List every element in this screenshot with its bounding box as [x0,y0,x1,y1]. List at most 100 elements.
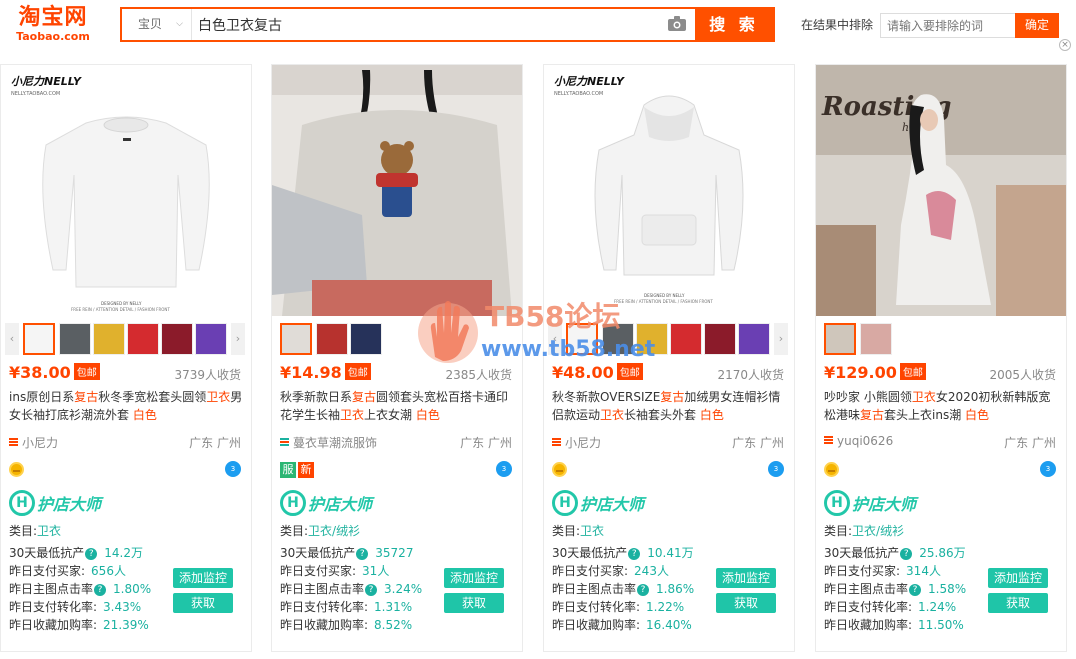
stat-row: 30天最低抗产? 25.86万 [824,546,966,560]
help-icon[interactable]: ? [85,548,98,560]
thumbs-prev-arrow[interactable]: ‹ [548,323,562,355]
search-button[interactable]: 搜 索 [695,9,773,40]
product-image[interactable]: Roasting hand [816,65,1066,316]
free-shipping-badge: 包邮 [899,363,926,380]
help-icon[interactable]: ? [900,548,913,560]
add-monitor-button[interactable]: 添加监控 [716,568,776,588]
product-card[interactable]: ¥14.98 包邮 2385人收货 秋季新款日系复古圆领套头宽松百搭卡通印花学生长… [271,64,523,652]
thumbnail[interactable] [636,323,668,355]
category-link[interactable]: 卫衣/绒衫 [308,524,360,538]
category-line: 类目:卫衣 [9,524,62,538]
get-button[interactable]: 获取 [173,593,233,613]
free-shipping-badge: 包邮 [616,363,643,380]
shop-icon [280,438,289,446]
gold-seller-icon[interactable] [9,462,24,477]
location: 广东 广州 [732,436,784,450]
sold-count: 2170人收货 [717,368,784,382]
gold-seller-icon[interactable] [552,462,567,477]
exclude-input[interactable] [880,13,1016,38]
exclude-confirm-button[interactable]: 确定 [1015,13,1059,38]
category-link[interactable]: 卫衣 [580,524,604,538]
service-tag[interactable]: 服 [280,462,296,478]
product-image[interactable]: 小尼力NELLY NELLY.TAOBAO.COM DESIGNED BY NE… [544,65,794,316]
sold-count: 2385人收货 [445,368,512,382]
close-icon[interactable]: × [1059,39,1071,51]
wangwang-chat-icon[interactable]: 3 [1040,461,1056,477]
thumbnail[interactable] [670,323,702,355]
camera-icon[interactable] [668,16,686,31]
svg-text:DESIGNED BY NELLY: DESIGNED BY NELLY [644,293,685,298]
product-image[interactable]: 小尼力NELLY NELLY.TAOBAO.COM DESIGNED BY NE… [1,65,251,316]
thumbs-prev-arrow[interactable]: ‹ [5,323,19,355]
wangwang-chat-icon[interactable]: 3 [225,461,241,477]
wangwang-chat-icon[interactable]: 3 [496,461,512,477]
get-button[interactable]: 获取 [716,593,776,613]
location: 广东 广州 [189,436,241,450]
help-icon[interactable]: ? [909,584,922,596]
stat-row: 30天最低抗产? 14.2万 [9,546,144,560]
thumbnail[interactable] [93,323,125,355]
get-button[interactable]: 获取 [444,593,504,613]
thumbnail[interactable] [738,323,770,355]
thumbnail[interactable] [195,323,227,355]
thumbnail[interactable] [602,323,634,355]
thumbnail[interactable] [860,323,892,355]
chevron-down-icon: ⌵ [176,19,183,29]
category-link[interactable]: 卫衣/绒衫 [852,524,904,538]
thumbnail[interactable] [280,323,312,355]
thumbnail[interactable] [316,323,348,355]
search-category-select[interactable]: 宝贝 ⌵ [122,9,192,40]
help-icon[interactable]: ? [356,548,369,560]
get-button[interactable]: 获取 [988,593,1048,613]
sold-count: 2005人收货 [989,368,1056,382]
stat-row: 30天最低抗产? 35727 [280,546,414,560]
svg-text:FREE REIN / ATTENTION DETAIL /: FREE REIN / ATTENTION DETAIL / FASHION F… [71,307,170,312]
stats-list: 30天最低抗产? 25.86万 昨日支付买家: 314人 昨日主图点击率? 1.58%… [824,544,1060,634]
stat-row: 30天最低抗产? 10.41万 [552,546,694,560]
add-monitor-button[interactable]: 添加监控 [444,568,504,588]
shop-link[interactable]: 小尼力 [9,434,58,451]
thumbs-next-arrow[interactable]: › [231,323,245,355]
thumbs-next-arrow[interactable]: › [774,323,788,355]
taobao-logo[interactable]: 淘宝网 Taobao.com [8,5,98,45]
hudian-icon: H [824,490,850,516]
category-link[interactable]: 卫衣 [37,524,61,538]
gold-seller-icon[interactable] [824,462,839,477]
product-title[interactable]: 秋冬新款OVERSIZE复古加绒男女连帽衫情侣款运动卫衣长袖套头外套 白色 [552,388,788,424]
shop-icon [9,438,18,446]
hudian-icon: H [9,490,35,516]
shop-link[interactable]: 蔓衣草潮流服饰 [280,434,377,451]
shop-link[interactable]: 小尼力 [552,434,601,451]
product-card[interactable]: 小尼力NELLY NELLY.TAOBAO.COM DESIGNED BY NE… [543,64,795,652]
add-monitor-button[interactable]: 添加监控 [988,568,1048,588]
help-icon[interactable]: ? [365,584,378,596]
product-title[interactable]: 吵吵家 小熊圆领卫衣女2020初秋新韩版宽松港味复古套头上衣ins潮 白色 [824,388,1060,424]
thumbnail[interactable] [350,323,382,355]
help-icon[interactable]: ? [628,548,641,560]
svg-text:小尼力NELLY: 小尼力NELLY [554,75,625,88]
wangwang-chat-icon[interactable]: 3 [768,461,784,477]
thumbnail[interactable] [23,323,55,355]
stats-list: 30天最低抗产? 35727 昨日支付买家: 31人 昨日主图点击率? 3.24% 昨… [280,544,516,634]
thumbnail[interactable] [704,323,736,355]
thumbnail[interactable] [566,323,598,355]
add-monitor-button[interactable]: 添加监控 [173,568,233,588]
product-card[interactable]: Roasting hand ¥129.00包邮 2005人收货 吵吵家 小熊圆领… [815,64,1067,652]
new-tag[interactable]: 新 [298,462,314,478]
product-image[interactable] [272,65,522,316]
shop-link[interactable]: yuqi0626 [824,434,893,448]
logo-subtext: Taobao.com [16,30,90,43]
stat-row: 昨日收藏加购率: 21.39% [9,618,149,632]
thumbnail-strip: ‹ › [544,322,794,356]
thumbnail[interactable] [161,323,193,355]
help-icon[interactable]: ? [94,584,107,596]
thumbnail[interactable] [59,323,91,355]
thumbnail[interactable] [127,323,159,355]
exclude-label: 在结果中排除 [801,18,874,32]
product-title[interactable]: 秋季新款日系复古圆领套头宽松百搭卡通印花学生长袖卫衣上衣女潮 白色 [280,388,516,424]
product-title[interactable]: ins原创日系复古秋冬季宽松套头圆领卫衣男女长袖打底衫潮流外套 白色 [9,388,245,424]
product-card[interactable]: 小尼力NELLY NELLY.TAOBAO.COM DESIGNED BY NE… [0,64,252,652]
help-icon[interactable]: ? [637,584,650,596]
thumbnail[interactable] [824,323,856,355]
search-input[interactable] [194,9,662,40]
